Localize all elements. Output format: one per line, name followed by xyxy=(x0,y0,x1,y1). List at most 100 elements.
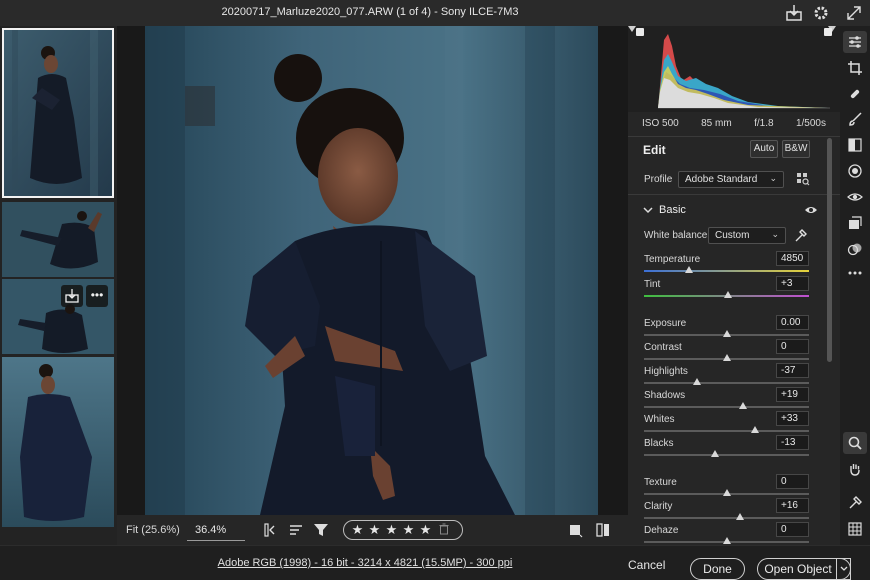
slider-label: Whites xyxy=(644,414,675,425)
slider-thumb[interactable] xyxy=(722,537,731,544)
white-balance-label: White balance xyxy=(644,230,708,241)
slider-value-input[interactable]: +3 xyxy=(776,276,809,291)
slider-value-input[interactable]: -13 xyxy=(776,435,809,450)
done-button[interactable]: Done xyxy=(690,558,745,580)
slider-track[interactable] xyxy=(644,406,809,408)
bw-button[interactable]: B&W xyxy=(782,140,810,158)
trash-icon[interactable] xyxy=(439,523,449,538)
star-5[interactable]: ★ xyxy=(418,522,433,538)
filmstrip-thumb-4[interactable] xyxy=(2,357,114,527)
filter-icon[interactable] xyxy=(312,521,330,539)
slider-label: Texture xyxy=(644,477,677,488)
slider-track[interactable] xyxy=(644,517,809,519)
workflow-options-link[interactable]: Adobe RGB (1998) - 16 bit - 3214 x 4821 … xyxy=(0,557,730,569)
aperture-value: f/1.8 xyxy=(754,118,774,129)
profile-browser-icon[interactable] xyxy=(796,172,810,186)
divider xyxy=(628,194,840,195)
gear-icon[interactable] xyxy=(811,3,831,23)
gradient-icon[interactable] xyxy=(843,134,867,156)
auto-button[interactable]: Auto xyxy=(750,140,778,158)
slider-label: Contrast xyxy=(644,342,682,353)
slider-value-input[interactable]: +33 xyxy=(776,411,809,426)
expand-icon[interactable] xyxy=(844,3,864,23)
star-3[interactable]: ★ xyxy=(384,522,399,538)
healing-icon[interactable] xyxy=(843,83,867,105)
slider-thumb[interactable] xyxy=(722,354,731,361)
slider-track[interactable] xyxy=(644,430,809,432)
chevron-down-icon[interactable] xyxy=(643,205,653,215)
crop-icon[interactable] xyxy=(843,57,867,79)
slider-thumb[interactable] xyxy=(692,378,701,385)
thumb-overlay: ••• xyxy=(61,285,108,307)
star-rating[interactable]: ★ ★ ★ ★ ★ xyxy=(343,520,463,540)
zoom-level-dropdown[interactable]: 36.4% xyxy=(187,519,245,541)
slider-value-input[interactable]: 0 xyxy=(776,522,809,537)
cancel-button[interactable]: Cancel xyxy=(628,558,665,572)
slider-track[interactable] xyxy=(644,454,809,456)
white-balance-dropdown[interactable]: Custom ⌄ xyxy=(708,227,786,244)
filmstrip-thumb-3[interactable]: ••• xyxy=(2,279,114,354)
histogram xyxy=(628,26,840,112)
white-balance-value: Custom xyxy=(715,230,750,241)
grid-icon[interactable] xyxy=(843,518,867,540)
slider-label: Dehaze xyxy=(644,525,679,536)
zoom-fit-button[interactable]: Fit (25.6%) xyxy=(126,524,180,536)
slider-thumb[interactable] xyxy=(750,426,759,433)
slider-thumb[interactable] xyxy=(722,330,731,337)
image-canvas[interactable] xyxy=(117,26,628,515)
eye-icon[interactable] xyxy=(804,205,818,215)
slider-thumb[interactable] xyxy=(710,450,719,457)
slider-thumb[interactable] xyxy=(739,402,747,409)
chevron-down-icon: ⌄ xyxy=(769,173,777,183)
star-2[interactable]: ★ xyxy=(367,522,382,538)
filmstrip-toggle-icon[interactable] xyxy=(262,521,280,539)
slider-label: Shadows xyxy=(644,390,686,401)
hand-icon[interactable] xyxy=(843,458,867,480)
profile-dropdown[interactable]: Adobe Standard ⌄ xyxy=(678,171,784,188)
slider-thumb[interactable] xyxy=(724,291,733,298)
star-1[interactable]: ★ xyxy=(350,522,365,538)
filmstrip-thumb-2[interactable] xyxy=(2,202,114,277)
slider-value-input[interactable]: +19 xyxy=(776,387,809,402)
radial-filter-icon[interactable] xyxy=(843,160,867,182)
slider-thumb[interactable] xyxy=(722,489,731,496)
slider-value-input[interactable]: +16 xyxy=(776,498,809,513)
crop-view-icon[interactable] xyxy=(566,521,584,539)
tool-rail xyxy=(840,26,870,545)
star-4[interactable]: ★ xyxy=(401,522,416,538)
basic-section-title[interactable]: Basic xyxy=(659,204,686,216)
red-eye-icon[interactable] xyxy=(843,186,867,208)
save-icon[interactable] xyxy=(784,3,804,23)
slider-track[interactable] xyxy=(644,382,809,384)
brush-icon[interactable] xyxy=(843,108,867,130)
slider-value-input[interactable]: 0 xyxy=(776,339,809,354)
color-sampler-icon[interactable] xyxy=(843,492,867,514)
slider-value-input[interactable]: 4850 xyxy=(776,251,809,266)
panel-scrollbar[interactable] xyxy=(827,138,832,362)
more-icon[interactable]: ••• xyxy=(86,285,108,307)
edit-sliders-icon[interactable] xyxy=(843,31,867,53)
zoom-icon[interactable] xyxy=(843,432,867,454)
slider-label: Exposure xyxy=(644,318,687,329)
slider-value-input[interactable]: 0 xyxy=(776,474,809,489)
slider-thumb[interactable] xyxy=(684,266,693,273)
slider-label: Highlights xyxy=(644,366,688,377)
focal-length-value: 85 mm xyxy=(701,118,732,129)
slider-label: Temperature xyxy=(644,254,701,265)
slider-label: Blacks xyxy=(644,438,674,449)
presets-icon[interactable] xyxy=(843,238,867,260)
more-options-icon[interactable] xyxy=(843,262,867,284)
before-after-icon[interactable] xyxy=(594,521,612,539)
edit-panel: ISO 500 85 mm f/1.8 1/500s Edit Auto B&W… xyxy=(628,26,840,545)
slider-track[interactable] xyxy=(644,270,809,272)
slider-thumb[interactable] xyxy=(735,513,744,520)
sort-icon[interactable] xyxy=(287,521,305,539)
slider-value-input[interactable]: -37 xyxy=(776,363,809,378)
window-title: 20200717_Marluze2020_077.ARW (1 of 4) - … xyxy=(221,6,519,18)
eyedropper-icon[interactable] xyxy=(794,227,808,243)
slider-value-input[interactable]: 0.00 xyxy=(776,315,809,330)
main-photo xyxy=(145,26,598,515)
import-icon[interactable] xyxy=(61,285,83,307)
filmstrip-thumb-1[interactable] xyxy=(2,28,114,198)
snapshots-icon[interactable] xyxy=(843,212,867,234)
